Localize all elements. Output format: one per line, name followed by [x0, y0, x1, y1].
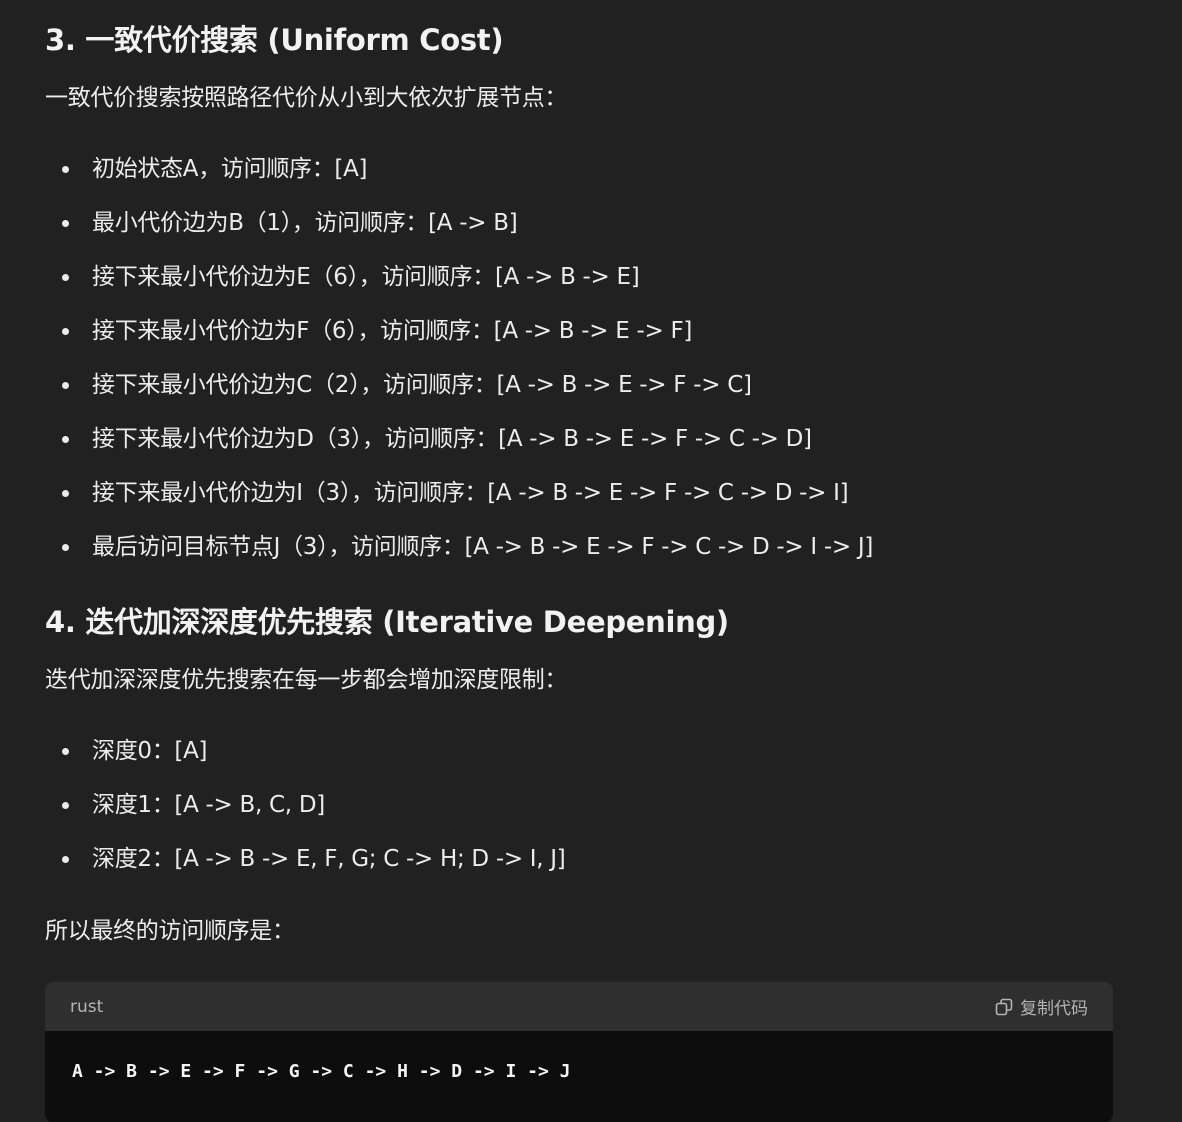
bullet-icon: [62, 544, 69, 551]
copy-icon: [995, 998, 1013, 1015]
bullet-icon: [62, 490, 69, 497]
section-heading-iterative-deepening: 4. 迭代加深深度优先搜索 (Iterative Deepening): [45, 605, 729, 639]
section-heading-uniform-cost: 3. 一致代价搜索 (Uniform Cost): [45, 23, 504, 57]
bullet-icon: [62, 802, 69, 809]
bullet-icon: [62, 220, 69, 227]
list-item: 接下来最小代价边为C（2），访问顺序：[A -> B -> E -> F -> …: [45, 368, 873, 422]
list-item: 最小代价边为B（1），访问顺序：[A -> B]: [45, 206, 873, 260]
uniform-cost-steps-list: 初始状态A，访问顺序：[A] 最小代价边为B（1），访问顺序：[A -> B] …: [45, 152, 873, 584]
uniform-cost-intro: 一致代价搜索按照路径代价从小到大依次扩展节点：: [45, 85, 568, 111]
code-content: A -> B -> E -> F -> G -> C -> H -> D -> …: [72, 1061, 571, 1082]
bullet-icon: [62, 166, 69, 173]
list-item: 深度1：[A -> B, C, D]: [45, 788, 565, 842]
code-block: rust 复制代码 A -> B -> E -> F -> G -> C -> …: [45, 982, 1113, 1122]
copy-code-button[interactable]: 复制代码: [994, 994, 1088, 1019]
bullet-icon: [62, 328, 69, 335]
code-language-label: rust: [70, 996, 104, 1017]
list-item: 接下来最小代价边为I（3），访问顺序：[A -> B -> E -> F -> …: [45, 476, 873, 530]
list-item: 深度0：[A]: [45, 734, 565, 788]
copy-code-label: 复制代码: [1020, 999, 1088, 1019]
list-item: 接下来最小代价边为D（3），访问顺序：[A -> B -> E -> F -> …: [45, 422, 873, 476]
list-item: 接下来最小代价边为F（6），访问顺序：[A -> B -> E -> F]: [45, 314, 873, 368]
bullet-icon: [62, 748, 69, 755]
iterative-deepening-intro: 迭代加深深度优先搜索在每一步都会增加深度限制：: [45, 667, 568, 693]
final-order-intro: 所以最终的访问顺序是：: [45, 918, 295, 944]
list-item: 接下来最小代价边为E（6），访问顺序：[A -> B -> E]: [45, 260, 873, 314]
bullet-icon: [62, 382, 69, 389]
iterative-deepening-steps-list: 深度0：[A] 深度1：[A -> B, C, D] 深度2：[A -> B -…: [45, 734, 566, 896]
bullet-icon: [62, 856, 69, 863]
list-item: 最后访问目标节点J（3），访问顺序：[A -> B -> E -> F -> C…: [45, 530, 873, 584]
bullet-icon: [62, 274, 69, 281]
bullet-icon: [62, 436, 69, 443]
code-block-header: rust 复制代码: [45, 982, 1113, 1031]
list-item: 深度2：[A -> B -> E, F, G; C -> H; D -> I, …: [45, 842, 566, 896]
list-item: 初始状态A，访问顺序：[A]: [45, 152, 873, 206]
